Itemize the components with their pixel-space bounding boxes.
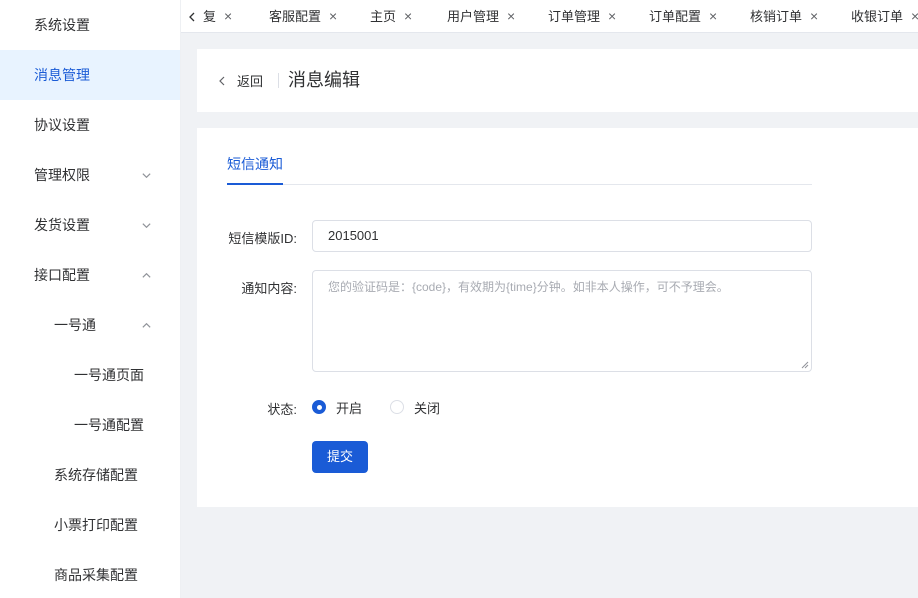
sidebar-item-interface-config[interactable]: 接口配置 — [0, 250, 180, 300]
sidebar-item-receipt-print-config[interactable]: 小票打印配置 — [0, 500, 180, 550]
close-icon[interactable]: × — [810, 0, 818, 32]
chevron-left-icon[interactable] — [185, 0, 199, 32]
tab-sms-notification[interactable]: 短信通知 — [227, 155, 283, 185]
close-icon[interactable]: × — [224, 0, 232, 32]
close-icon[interactable]: × — [329, 0, 337, 32]
sidebar-item-yihaotong-config[interactable]: 一号通配置 — [0, 400, 180, 450]
tab-label: 收银订单 — [851, 9, 904, 24]
tab-label: 客服配置 — [269, 9, 322, 24]
sidebar-item-label: 管理权限 — [34, 167, 90, 183]
status-off-radio[interactable]: 关闭 — [390, 399, 441, 416]
sidebar-item-label: 接口配置 — [34, 267, 90, 283]
tab-label: 复 — [203, 9, 217, 24]
sidebar-item-shipping-settings[interactable]: 发货设置 — [0, 200, 180, 250]
sidebar-item-label: 一号通 — [54, 317, 96, 333]
close-icon[interactable]: × — [404, 0, 412, 32]
sidebar-item-label: 一号通页面 — [74, 367, 144, 383]
status-on-radio[interactable]: 开启 — [312, 399, 363, 416]
sidebar-item-admin-permissions[interactable]: 管理权限 — [0, 150, 180, 200]
template-id-label: 短信模版ID: — [228, 231, 297, 246]
page-header: 返回 消息编辑 — [197, 49, 918, 112]
tabs-bar: 复 × 客服配置 × 主页 × 用户管理 × 订单管理 × 订单配置 × 核销订单 × 收银订… — [181, 0, 918, 33]
chevron-up-icon — [140, 300, 152, 350]
close-icon[interactable]: × — [608, 0, 616, 32]
sidebar: 系统设置 消息管理 协议设置 管理权限 发货设置 接口配置 一号通 一号通页面 … — [0, 0, 181, 598]
sidebar-item-storage-config[interactable]: 系统存储配置 — [0, 450, 180, 500]
chevron-down-icon — [140, 200, 152, 250]
sidebar-item-label: 协议设置 — [34, 117, 90, 133]
sidebar-item-label: 小票打印配置 — [54, 517, 138, 533]
tab-item[interactable]: 主页 × — [370, 0, 412, 32]
template-id-input[interactable]: 2015001 — [312, 220, 812, 252]
sidebar-item-label: 消息管理 — [34, 67, 90, 83]
content-textarea[interactable]: 您的验证码是：{code}，有效期为{time}分钟。如非本人操作，可不予理会。 — [312, 270, 812, 372]
sidebar-item-product-collect-config[interactable]: 商品采集配置 — [0, 550, 180, 598]
resize-handle-icon[interactable] — [801, 361, 809, 369]
sidebar-item-label: 一号通配置 — [74, 417, 144, 433]
submit-button[interactable]: 提交 — [312, 441, 368, 473]
page-title: 消息编辑 — [288, 70, 360, 90]
radio-label: 关闭 — [414, 400, 441, 416]
sidebar-item-yihaotong[interactable]: 一号通 — [0, 300, 180, 350]
sidebar-item-yihaotong-page[interactable]: 一号通页面 — [0, 350, 180, 400]
form-card: 短信通知 短信模版ID: 2015001 通知内容: 您的验证码是：{code}… — [197, 128, 918, 507]
radio-checked-icon — [312, 400, 326, 414]
tab-item[interactable]: 核销订单 × — [750, 0, 818, 32]
sidebar-item-label: 商品采集配置 — [54, 567, 138, 583]
back-label: 返回 — [237, 74, 264, 89]
sidebar-item-system-settings[interactable]: 系统设置 — [0, 0, 180, 50]
status-label: 状态: — [267, 402, 297, 417]
active-tab-indicator — [227, 183, 283, 185]
radio-label: 开启 — [336, 400, 363, 416]
chevron-up-icon — [140, 250, 152, 300]
chevron-left-icon — [219, 76, 225, 85]
header-divider — [278, 73, 279, 88]
back-button[interactable]: 返回 — [217, 49, 263, 112]
sidebar-item-label: 系统设置 — [34, 17, 90, 33]
sidebar-item-label: 系统存储配置 — [54, 467, 138, 483]
sidebar-item-label: 发货设置 — [34, 217, 90, 233]
chevron-down-icon — [140, 150, 152, 200]
tab-item[interactable]: 订单配置 × — [649, 0, 717, 32]
tab-label: 订单配置 — [649, 9, 702, 24]
radio-unchecked-icon — [390, 400, 404, 414]
sidebar-item-message-management[interactable]: 消息管理 — [0, 50, 180, 100]
tab-label: 核销订单 — [750, 9, 803, 24]
tab-label: 主页 — [370, 9, 397, 24]
tab-label: 短信通知 — [227, 156, 283, 172]
tab-label: 订单管理 — [548, 9, 601, 24]
content-label: 通知内容: — [241, 281, 297, 296]
content-placeholder: 您的验证码是：{code}，有效期为{time}分钟。如非本人操作，可不予理会。 — [328, 280, 729, 294]
form-tabs: 短信通知 — [227, 155, 812, 185]
tab-item[interactable]: 订单管理 × — [548, 0, 616, 32]
tab-label: 用户管理 — [447, 9, 500, 24]
close-icon[interactable]: × — [709, 0, 717, 32]
close-icon[interactable]: × — [911, 0, 918, 32]
tab-item[interactable]: 客服配置 × — [269, 0, 337, 32]
sidebar-item-agreement-settings[interactable]: 协议设置 — [0, 100, 180, 150]
tab-item[interactable]: 收银订单 × — [851, 0, 918, 32]
close-icon[interactable]: × — [507, 0, 515, 32]
tab-item[interactable]: 复 × — [203, 0, 232, 32]
tab-item[interactable]: 用户管理 × — [447, 0, 515, 32]
